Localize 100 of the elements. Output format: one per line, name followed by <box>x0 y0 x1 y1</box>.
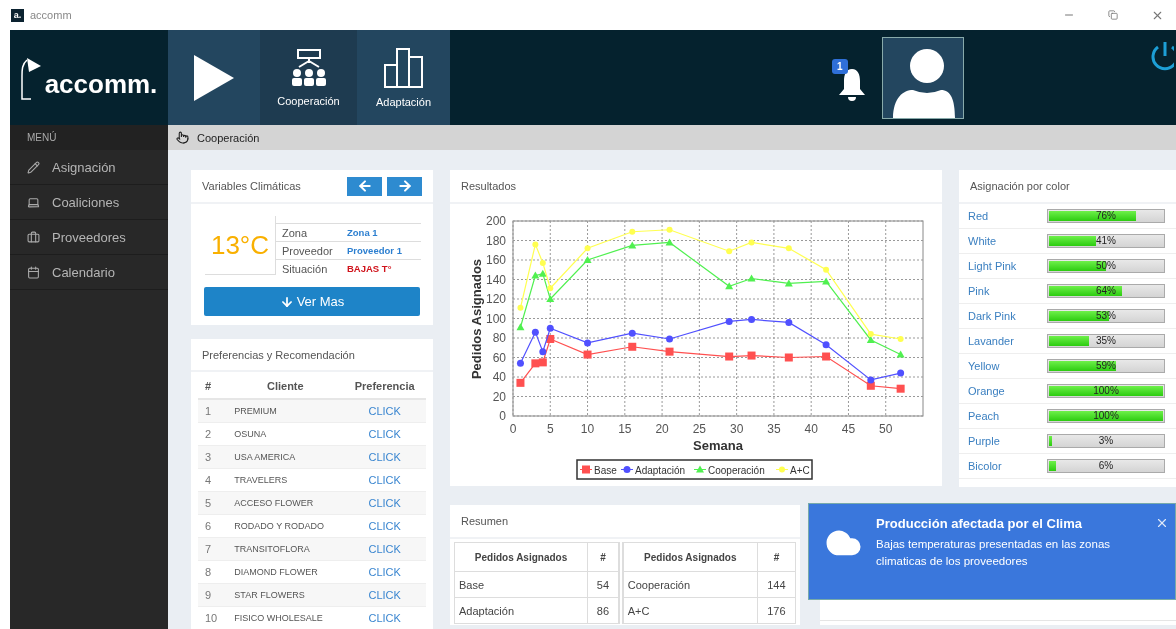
team-icon <box>290 48 327 87</box>
window-title: accomm <box>30 9 73 21</box>
point <box>897 335 904 342</box>
point <box>725 282 734 290</box>
click-link[interactable]: CLICK <box>368 497 401 509</box>
click-link[interactable]: CLICK <box>368 428 401 440</box>
click-link[interactable]: CLICK <box>368 451 401 463</box>
see-more-button[interactable]: Ver Mas <box>204 287 420 316</box>
click-link[interactable]: CLICK <box>368 474 401 486</box>
table-cell: 1 <box>198 399 228 423</box>
notification-badge: 1 <box>832 58 848 74</box>
point <box>666 335 674 343</box>
y-tick-label: 160 <box>485 253 506 267</box>
hand-pointer-icon <box>176 131 189 144</box>
point <box>531 359 540 368</box>
point <box>584 245 591 252</box>
point <box>538 358 547 367</box>
power-icon[interactable] <box>1150 39 1174 73</box>
next-button[interactable] <box>387 176 422 196</box>
point <box>822 352 831 361</box>
point <box>823 266 830 273</box>
progress-reading: 50% <box>1096 260 1116 272</box>
table-cell: 8 <box>198 560 228 584</box>
point <box>866 381 875 390</box>
y-tick-label: 140 <box>485 272 506 287</box>
table-cell: 176 <box>757 597 796 624</box>
color-label: Red <box>968 210 990 222</box>
table-cell: RODADO Y RODADO <box>227 514 344 538</box>
point <box>822 341 830 349</box>
color-label: Purple <box>968 435 1001 447</box>
point <box>785 245 792 252</box>
notification-text: Bajas temperaturas presentadas en las zonas climaticas de los proveedores <box>876 537 1112 569</box>
table-cell: DIAMOND FLOWER <box>227 560 344 584</box>
point <box>896 384 905 393</box>
y-tick-label: 20 <box>492 389 506 404</box>
column-header: Pedidos Asignados <box>620 542 758 572</box>
user-avatar[interactable] <box>882 36 964 119</box>
table-cell: 10 <box>198 606 228 629</box>
click-link[interactable]: CLICK <box>368 543 401 555</box>
point <box>629 228 636 235</box>
card-title: Variables Climáticas <box>202 180 301 192</box>
progress-reading: 59% <box>1096 360 1116 372</box>
progress-reading: 64% <box>1096 285 1116 297</box>
point <box>725 352 734 361</box>
previous-button[interactable] <box>347 176 382 196</box>
click-link[interactable]: CLICK <box>368 520 401 532</box>
lamp-icon <box>20 55 43 100</box>
calendar-icon <box>27 265 40 279</box>
table-cell: 5 <box>198 491 228 515</box>
point <box>747 351 756 360</box>
point <box>584 339 592 347</box>
color-label: Pink <box>968 285 991 297</box>
x-tick-label: 5 <box>546 422 554 436</box>
point <box>583 256 592 263</box>
y-tick-label: 200 <box>485 214 506 228</box>
x-tick-label: 15 <box>618 422 632 436</box>
arrow-right-icon <box>396 178 413 194</box>
x-tick-label: 35 <box>767 422 781 436</box>
point <box>546 324 554 332</box>
table-cell: 144 <box>757 571 796 598</box>
click-link[interactable]: CLICK <box>368 566 401 578</box>
point <box>516 378 525 387</box>
x-tick-label: 30 <box>729 422 744 436</box>
y-tick-label: 40 <box>492 370 506 384</box>
color-label: Dark Pink <box>968 310 1017 322</box>
close-button[interactable] <box>1155 516 1169 530</box>
close-icon <box>1155 516 1169 530</box>
click-link[interactable]: CLICK <box>368 589 401 601</box>
card-title: Resultados <box>461 180 517 192</box>
nav-tab[interactable]: Adaptación <box>357 30 450 125</box>
y-tick-label: 0 <box>499 409 506 423</box>
nav-tab[interactable]: Cooperación <box>260 30 357 125</box>
point <box>628 329 636 337</box>
field-label: Proveedor <box>282 244 334 257</box>
play-button[interactable] <box>168 30 260 125</box>
point <box>867 376 875 384</box>
click-link[interactable]: CLICK <box>368 405 401 417</box>
x-axis-title: Semana <box>693 438 743 453</box>
table-cell: STAR FLOWERS <box>227 583 344 607</box>
play-icon <box>194 54 234 101</box>
x-tick-label: 40 <box>804 422 818 436</box>
progress-reading: 6% <box>1098 460 1114 472</box>
progress-reading: 41% <box>1096 235 1116 247</box>
point <box>531 271 540 279</box>
card-title: Asignación por color <box>970 180 1070 192</box>
y-tick-label: 80 <box>492 331 506 345</box>
table-cell: A+C <box>620 597 758 624</box>
point <box>516 359 524 367</box>
point <box>539 259 546 266</box>
brand-logo-text: accomm. <box>44 69 158 100</box>
click-link[interactable]: CLICK <box>368 612 401 624</box>
table-cell: 2 <box>198 422 228 446</box>
table-cell: 4 <box>198 468 228 492</box>
column-header: Pedidos Asignados <box>454 542 588 572</box>
color-label: White <box>968 235 998 247</box>
legend-marker-icon <box>693 465 707 473</box>
legend-label: Cooperación <box>708 464 765 476</box>
point <box>867 331 874 338</box>
y-axis-title: Pedidos Asignados <box>469 258 484 380</box>
table-cell: TRAVELERS <box>227 468 344 492</box>
